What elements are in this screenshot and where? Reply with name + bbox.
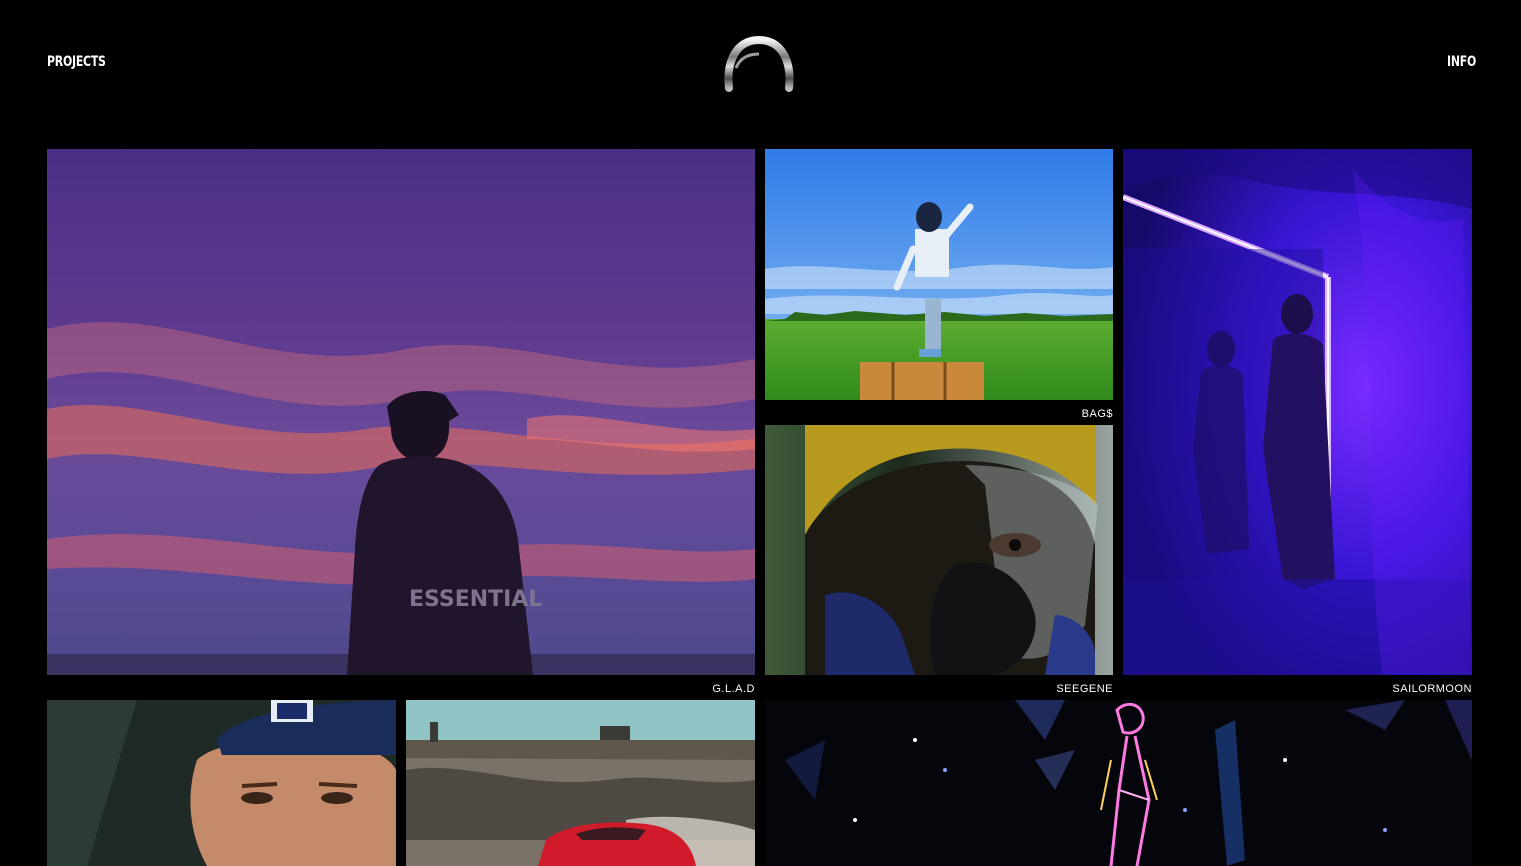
nav-info-link[interactable]: INFO (1447, 54, 1476, 70)
project-tile-portrait[interactable] (47, 700, 396, 866)
project-tile-bags[interactable] (765, 149, 1113, 400)
car-thumbnail-image (406, 700, 755, 866)
bags-thumbnail-image (765, 149, 1113, 400)
project-caption-glad: G.L.A.D (712, 683, 755, 695)
project-tile-space[interactable] (765, 700, 1472, 866)
project-tile-seegene[interactable] (765, 425, 1113, 675)
project-tile-glad[interactable]: ESSENTIAL (47, 149, 755, 675)
seegene-thumbnail-image (765, 425, 1113, 675)
project-caption-seegene: SEEGENE (1056, 683, 1113, 695)
project-caption-sailormoon: SAILORMOON (1392, 683, 1472, 695)
site-logo[interactable] (722, 32, 796, 92)
project-tile-car[interactable] (406, 700, 755, 866)
portrait-thumbnail-image (47, 700, 396, 866)
glad-thumbnail-image: ESSENTIAL (47, 149, 755, 675)
chrome-ring-logo-icon (724, 35, 794, 92)
nav-projects-link[interactable]: PROJECTS (47, 54, 106, 70)
project-caption-bags: BAG$ (1081, 408, 1113, 420)
sailormoon-thumbnail-image (1123, 149, 1472, 675)
space-thumbnail-image (765, 700, 1472, 866)
glad-shirt-text: ESSENTIAL (409, 587, 542, 612)
page: PROJECTS INFO ESSENTIAL G.L.A.D BAG$ SEE… (0, 0, 1521, 866)
project-tile-sailormoon[interactable] (1123, 149, 1472, 675)
